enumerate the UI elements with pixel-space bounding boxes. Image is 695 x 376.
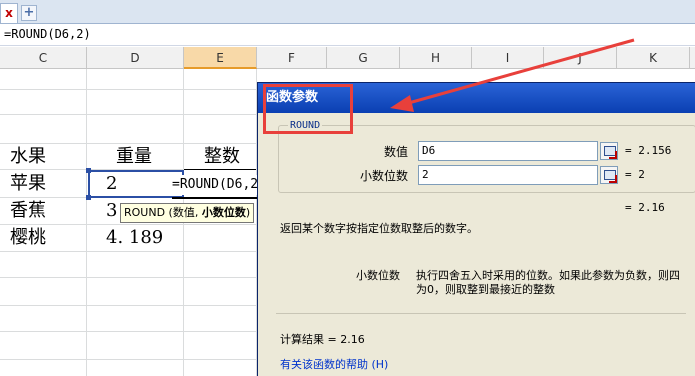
annotation-arrow xyxy=(390,38,635,112)
